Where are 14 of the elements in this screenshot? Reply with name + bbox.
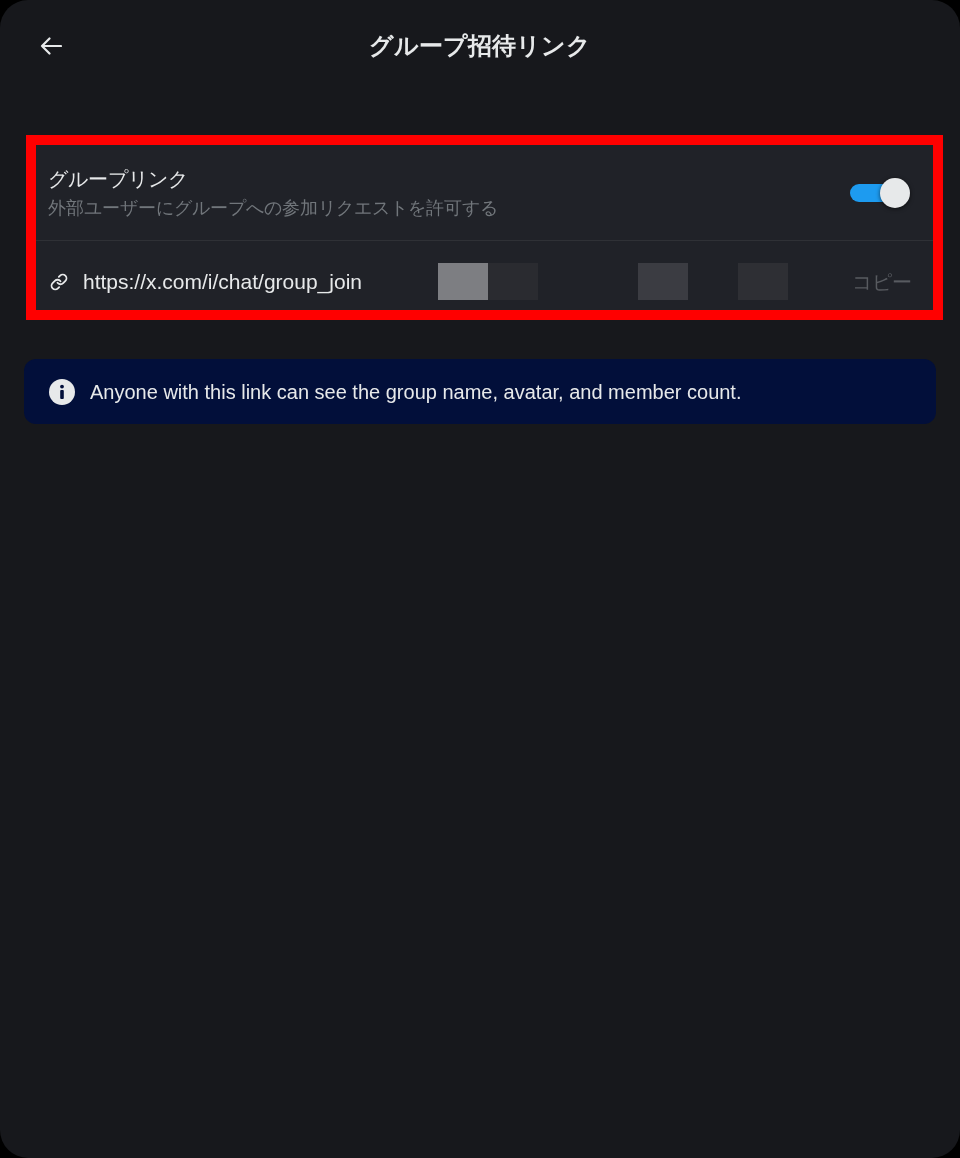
redaction-block xyxy=(638,263,688,300)
copy-button[interactable]: コピー xyxy=(852,266,912,297)
link-icon xyxy=(50,272,68,291)
toggle-switch[interactable] xyxy=(850,176,912,209)
invite-url: https://x.com/i/chat/group_join xyxy=(83,268,363,296)
page-title: グループ招待リンク xyxy=(368,31,592,61)
redaction-block xyxy=(488,263,538,300)
redaction-block xyxy=(438,263,488,300)
back-button[interactable] xyxy=(39,34,63,58)
notice-text: Anyone with this link can see the group name, avatar, and member count. xyxy=(90,379,742,405)
group-link-title: グループリンク xyxy=(48,166,189,192)
back-arrow-icon xyxy=(40,37,62,55)
group-link-description: 外部ユーザーにグループへの参加リクエストを許可する xyxy=(48,196,499,220)
info-icon xyxy=(49,378,75,405)
